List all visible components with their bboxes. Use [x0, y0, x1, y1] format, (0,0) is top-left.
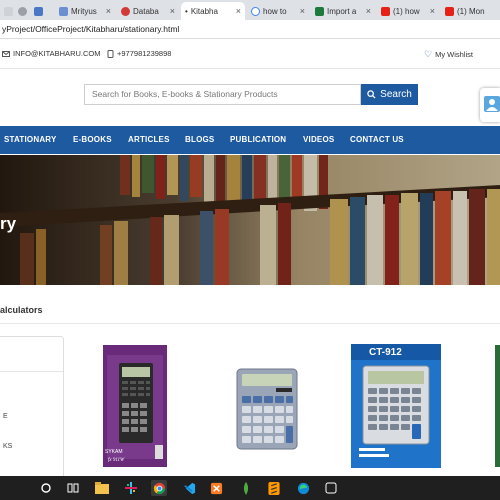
close-icon[interactable]: ×: [300, 6, 305, 16]
nav-item-articles[interactable]: ARTICLES: [128, 126, 170, 154]
vscode-icon[interactable]: [181, 480, 197, 496]
address-bar[interactable]: yProject/OfficeProject/Kitabharu/station…: [0, 20, 500, 39]
boxed-calculator-image: [351, 344, 441, 468]
search-icon: [367, 90, 376, 99]
browser-tab-mrityus[interactable]: Mrityus ×: [55, 2, 115, 20]
nav-item-publication[interactable]: PUBLICATION: [230, 126, 286, 154]
tab-favicon-icon: [315, 6, 324, 16]
wishlist-link[interactable]: ♡ My Wishlist: [424, 49, 473, 60]
windows-taskbar: [0, 476, 500, 500]
close-icon[interactable]: ×: [106, 6, 111, 16]
tab-favicon-icon: [4, 6, 13, 16]
browser-tab[interactable]: [0, 2, 14, 20]
chat-widget[interactable]: [480, 88, 500, 122]
edge-icon[interactable]: [295, 480, 311, 496]
bookshelf-image: [0, 155, 500, 285]
tab-favicon-icon: [34, 6, 43, 16]
nav-item-videos[interactable]: VIDEOS: [303, 126, 334, 154]
tab-label: Mrityus: [71, 6, 97, 16]
tab-favicon-icon: [59, 6, 68, 16]
hero-banner: [0, 155, 500, 285]
product-brand: CT-912: [369, 347, 402, 358]
chrome-icon[interactable]: [151, 480, 167, 496]
desktop-calculator-image: [236, 368, 298, 450]
product-card-sykam[interactable]: SYKAM fx 911W: [103, 345, 167, 467]
browser-tab-how-to[interactable]: how to ×: [247, 2, 309, 20]
divider: [0, 323, 500, 324]
close-icon[interactable]: ×: [236, 6, 241, 16]
browser-tab-youtube-1[interactable]: (1) how ×: [377, 2, 439, 20]
browser-tab[interactable]: [30, 2, 52, 20]
xampp-icon[interactable]: [208, 480, 224, 496]
youtube-icon: [445, 6, 454, 16]
nav-item-e-books[interactable]: E-BOOKS: [73, 126, 112, 154]
divider: [0, 371, 63, 372]
tab-label: (1) Mon: [457, 6, 485, 16]
tab-label: Kitabha: [190, 6, 218, 16]
google-icon: [251, 6, 260, 16]
phone-text: +977981239898: [117, 49, 172, 58]
section-title: alculators: [0, 305, 43, 315]
slack-icon[interactable]: [123, 480, 139, 496]
nav-item-stationary[interactable]: STATIONARY: [4, 126, 57, 154]
tab-label: Databa: [133, 6, 159, 16]
wishlist-text: My Wishlist: [435, 50, 473, 59]
product-model: fx 911W: [108, 458, 125, 463]
close-icon[interactable]: ×: [170, 6, 175, 16]
product-card-ct-912[interactable]: CT-912: [351, 344, 441, 468]
phone-icon: [107, 49, 114, 58]
sublime-text-icon[interactable]: [266, 480, 282, 496]
browser-tab-databa[interactable]: Databa ×: [117, 2, 179, 20]
tab-label: Import a: [327, 6, 357, 16]
sidebar-item[interactable]: E: [3, 413, 8, 420]
search-button[interactable]: Search: [361, 84, 418, 105]
globe-icon: [18, 6, 27, 16]
close-icon[interactable]: ×: [366, 6, 371, 16]
top-info-bar: INFO@KITABHARU.COM +977981239898 ♡ My Wi…: [0, 40, 500, 69]
search-button-label: Search: [380, 89, 412, 100]
tab-dot-icon: •: [185, 6, 188, 16]
browser-tab-import[interactable]: Import a ×: [311, 2, 375, 20]
search-icon[interactable]: [38, 480, 54, 496]
category-sidebar: E KS: [0, 336, 64, 488]
tab-label: how to: [263, 6, 287, 16]
browser-tab-youtube-2[interactable]: (1) Mon: [441, 2, 500, 20]
user-icon: [484, 96, 500, 112]
nav-item-contact-us[interactable]: CONTACT US: [350, 126, 404, 154]
phone-link[interactable]: +977981239898: [107, 49, 171, 58]
browser-tab-kitabharu[interactable]: • Kitabha ×: [181, 2, 245, 20]
email-link[interactable]: INFO@KITABHARU.COM: [2, 49, 100, 58]
youtube-icon: [381, 6, 390, 16]
search-input[interactable]: Search for Books, E-books & Stationary P…: [84, 84, 361, 105]
close-icon[interactable]: ×: [430, 6, 435, 16]
browser-tab-strip: Mrityus × Databa × • Kitabha × how to × …: [0, 0, 500, 20]
product-card-desktop-calculator[interactable]: [236, 368, 298, 450]
product-brand: SYKAM: [105, 449, 123, 455]
tab-label: (1) how: [393, 6, 420, 16]
mail-icon: [2, 50, 10, 57]
main-navigation: STATIONARY E-BOOKS ARTICLES BLOGS PUBLIC…: [0, 126, 500, 154]
sidebar-item[interactable]: KS: [3, 443, 12, 450]
banner-title: ry: [0, 214, 17, 233]
app-icon[interactable]: [323, 480, 339, 496]
task-view-icon[interactable]: [65, 480, 81, 496]
product-card-partial[interactable]: [495, 345, 500, 467]
nav-item-blogs[interactable]: BLOGS: [185, 126, 214, 154]
email-text: INFO@KITABHARU.COM: [13, 49, 101, 58]
tab-favicon-icon: [121, 6, 130, 16]
mongodb-icon[interactable]: [238, 480, 254, 496]
file-explorer-icon[interactable]: [94, 480, 110, 496]
browser-tab[interactable]: [14, 2, 28, 20]
heart-icon: ♡: [424, 49, 433, 59]
